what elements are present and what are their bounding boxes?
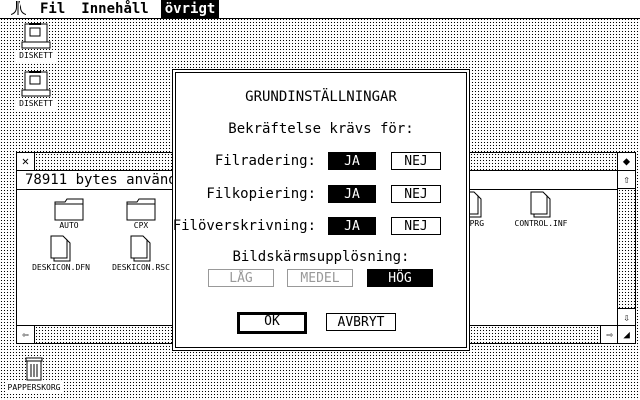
desktop-icon-floppy-b[interactable]: DISKETT (6, 70, 66, 110)
menu-bar: Fil Innehåll övrigt (0, 0, 640, 19)
menu-ovrigt[interactable]: övrigt (160, 0, 220, 18)
preferences-dialog: GRUNDINSTÄLLNINGAR Bekräftelse krävs för… (172, 72, 467, 348)
folder-icon (126, 198, 156, 221)
vertical-scrollbar[interactable]: ⇧ ⇩ (617, 171, 635, 326)
desktop-icon-trash[interactable]: PAPPERSKORG (4, 356, 64, 394)
cancel-button[interactable]: AVBRYT (326, 313, 396, 331)
option-label-file-overwrite: Filöverskrivning: (172, 218, 316, 234)
window-close-button[interactable]: ✕ (17, 153, 35, 170)
window-resize-handle-icon[interactable]: ◢ (617, 325, 635, 343)
file-label: CONTROL.INF (514, 219, 568, 228)
desktop-icon-label: DISKETT (16, 50, 56, 62)
file-delete-yes-button[interactable]: JA (328, 152, 376, 170)
floppy-drive-icon (21, 23, 51, 49)
desktop-icon-label: DISKETT (16, 98, 56, 110)
ok-button[interactable]: OK (237, 312, 307, 334)
file-label: DESKICON.RSC (112, 263, 170, 272)
scroll-up-arrow-icon[interactable]: ⇧ (618, 171, 635, 189)
window-fuller-button[interactable]: ◆ (617, 153, 635, 170)
desktop-icon-floppy-a[interactable]: DISKETT (6, 22, 66, 62)
option-label-file-copy: Filkopiering: (206, 186, 316, 202)
resolution-low-button[interactable]: LÅG (208, 269, 274, 287)
menu-fil[interactable]: Fil (36, 0, 69, 18)
file-item[interactable]: CPX (101, 197, 181, 230)
resolution-medium-button[interactable]: MEDEL (287, 269, 353, 287)
file-overwrite-yes-button[interactable]: JA (328, 217, 376, 235)
floppy-drive-icon (21, 71, 51, 97)
file-copy-no-button[interactable]: NEJ (391, 185, 441, 203)
document-icon (50, 235, 71, 262)
dialog-title: GRUNDINSTÄLLNINGAR (245, 89, 397, 105)
file-item[interactable]: CONTROL.INF (501, 191, 581, 228)
file-delete-no-button[interactable]: NEJ (391, 152, 441, 170)
desktop-icon-label: PAPPERSKORG (4, 382, 64, 394)
option-label-file-delete: Filradering: (214, 153, 316, 169)
scroll-down-arrow-icon[interactable]: ⇩ (618, 308, 635, 326)
scroll-left-arrow-icon[interactable]: ⇦ (17, 326, 35, 343)
document-icon (130, 235, 151, 262)
folder-icon (54, 198, 84, 221)
menu-innehall[interactable]: Innehåll (77, 0, 152, 18)
file-label: CPX (133, 221, 149, 230)
file-copy-yes-button[interactable]: JA (328, 185, 376, 203)
scroll-right-arrow-icon[interactable]: ⇨ (600, 326, 618, 343)
file-label: AUTO (59, 221, 79, 230)
trash-can-icon (25, 357, 43, 381)
file-item[interactable]: AUTO (29, 197, 109, 230)
atari-logo-icon[interactable] (0, 0, 36, 19)
resolution-label: Bildskärmsupplösning: (232, 249, 410, 265)
resolution-high-button[interactable]: HÖG (367, 269, 433, 287)
file-overwrite-no-button[interactable]: NEJ (391, 217, 441, 235)
document-icon (530, 191, 551, 218)
file-label: DESKICON.DFN (32, 263, 90, 272)
file-item[interactable]: DESKICON.RSC (101, 235, 181, 272)
file-item[interactable]: DESKICON.DFN (21, 235, 101, 272)
dialog-subtitle: Bekräftelse krävs för: (228, 121, 414, 137)
